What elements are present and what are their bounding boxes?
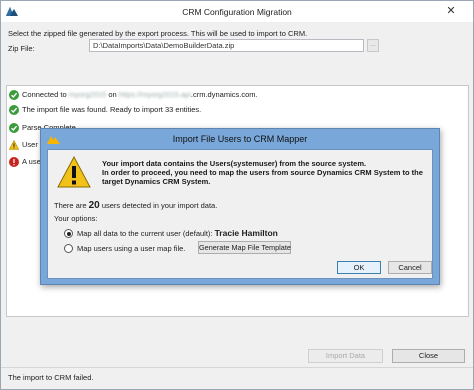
dialog-title: Import File Users to CRM Mapper — [172, 134, 308, 144]
option-label: Map all data to the current user (defaul… — [77, 229, 215, 238]
radio-button-checked[interactable] — [64, 229, 73, 238]
zip-file-label: Zip File: — [8, 44, 35, 53]
zip-file-input[interactable] — [89, 39, 364, 52]
dialog-message: Your import data contains the Users(syst… — [102, 159, 423, 186]
warning-icon — [9, 140, 19, 150]
dialog-body: Your import data contains the Users(syst… — [47, 149, 433, 279]
import-data-button[interactable]: Import Data — [308, 349, 383, 363]
ok-button[interactable]: OK — [337, 261, 381, 274]
window-title: CRM Configuration Migration — [182, 7, 292, 17]
options-label: Your options: — [54, 214, 98, 223]
success-check-icon — [9, 123, 19, 133]
status-text: The import to CRM failed. — [8, 373, 94, 382]
warning-icon — [57, 156, 91, 188]
instruction-text: Select the zipped file generated by the … — [8, 29, 308, 38]
window-close-icon[interactable]: ✕ — [435, 3, 467, 20]
user-mapper-dialog: Import File Users to CRM Mapper Your imp… — [40, 128, 440, 285]
success-check-icon — [9, 90, 19, 100]
dialog-message-line: In order to proceed, you need to map the… — [102, 168, 423, 177]
dialog-message-line: Your import data contains the Users(syst… — [102, 159, 367, 168]
success-check-icon — [9, 105, 19, 115]
masked-org-url: https://myorg2015.api — [118, 90, 191, 99]
log-text: The import file was found. Ready to impo… — [22, 105, 202, 114]
masked-org-name: myorg2015 — [68, 90, 107, 99]
window-titlebar: CRM Configuration Migration ✕ — [1, 1, 473, 22]
status-divider — [1, 367, 473, 368]
current-user-name: Tracie Hamilton — [214, 228, 278, 238]
option-label: Map users using a user map file. — [77, 244, 186, 253]
browse-button[interactable]: ... — [367, 39, 379, 52]
cancel-button[interactable]: Cancel — [388, 261, 432, 274]
close-button[interactable]: Close — [392, 349, 465, 363]
user-count: 20 — [88, 200, 100, 211]
user-count-text: There are 20 users detected in your impo… — [54, 200, 218, 211]
error-icon — [9, 157, 19, 167]
log-text: Connected to — [22, 90, 69, 99]
generate-map-file-template-button[interactable]: Generate Map File Template — [198, 241, 291, 254]
radio-button[interactable] — [64, 244, 73, 253]
dialog-message-line: target Dynamics CRM System. — [102, 177, 211, 186]
